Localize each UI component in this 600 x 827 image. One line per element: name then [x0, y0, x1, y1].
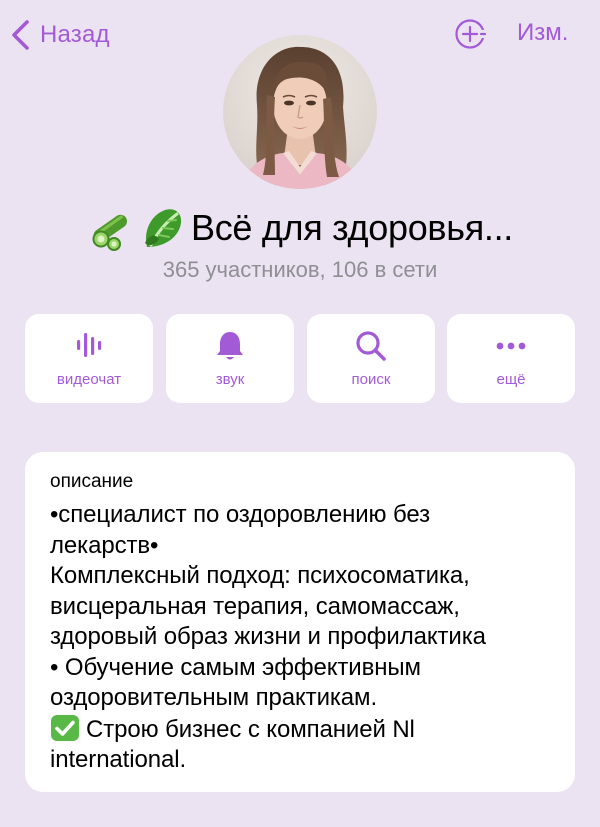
- description-line: висцеральная терапия, самомассаж,: [50, 592, 460, 620]
- voice-chat-label: видеочат: [56, 371, 122, 388]
- description-label: описание: [50, 471, 134, 492]
- action-bar: видеочат звук поиск ещё: [25, 314, 575, 403]
- description-line: international.: [50, 746, 187, 773]
- description-line: Комплексный подход: психосоматика,: [50, 562, 470, 589]
- description-line: оздоровительным практикам.: [50, 684, 378, 711]
- description-line: здоровый образ жизни и профилактика: [50, 623, 486, 650]
- search-label: поиск: [351, 371, 391, 388]
- more-icon: [496, 342, 526, 350]
- check-mark-button-icon: [51, 714, 79, 741]
- more-label: ещё: [496, 371, 526, 388]
- member-count: 365 участников, 106 в сети: [162, 257, 438, 282]
- description-line: Строю бизнес с компанией Nl: [86, 715, 415, 743]
- back-button-label: Назад: [40, 21, 110, 48]
- description-text[interactable]: •специалист по оздоровлению без лекарств…: [50, 500, 560, 776]
- search-icon: [356, 331, 386, 361]
- voice-chat-button[interactable]: видеочат: [25, 314, 153, 403]
- search-button[interactable]: поиск: [307, 314, 435, 403]
- group-title: Всё для здоровья...: [190, 207, 513, 248]
- sound-button[interactable]: звук: [166, 314, 294, 403]
- voice-chat-icon: [77, 333, 102, 357]
- description-line: • Обучение самым эффективным: [50, 653, 421, 681]
- group-profile-screen: Назад Изм. Всё для здоровья... 365 участ…: [0, 0, 600, 827]
- description-card: описание •специалист по оздоровлению без…: [25, 452, 575, 792]
- cucumber-icon: [92, 214, 128, 251]
- edit-button[interactable]: Изм.: [517, 19, 568, 47]
- description-line-with-check: Строю бизнес с компанией Nl: [50, 714, 560, 746]
- add-circle-icon[interactable]: [454, 18, 486, 50]
- more-button[interactable]: ещё: [447, 314, 575, 403]
- sound-label: звук: [215, 371, 245, 388]
- chevron-left-icon: [12, 20, 29, 50]
- description-line: лекарств•: [50, 531, 159, 559]
- group-title-row: Всё для здоровья...: [0, 200, 600, 256]
- back-button[interactable]: Назад: [10, 18, 110, 52]
- description-line: •специалист по оздоровлению без: [50, 501, 431, 528]
- avatar-photo: [223, 35, 377, 189]
- leafy-green-icon: [144, 209, 182, 247]
- bell-icon: [217, 332, 243, 360]
- avatar[interactable]: [223, 35, 377, 189]
